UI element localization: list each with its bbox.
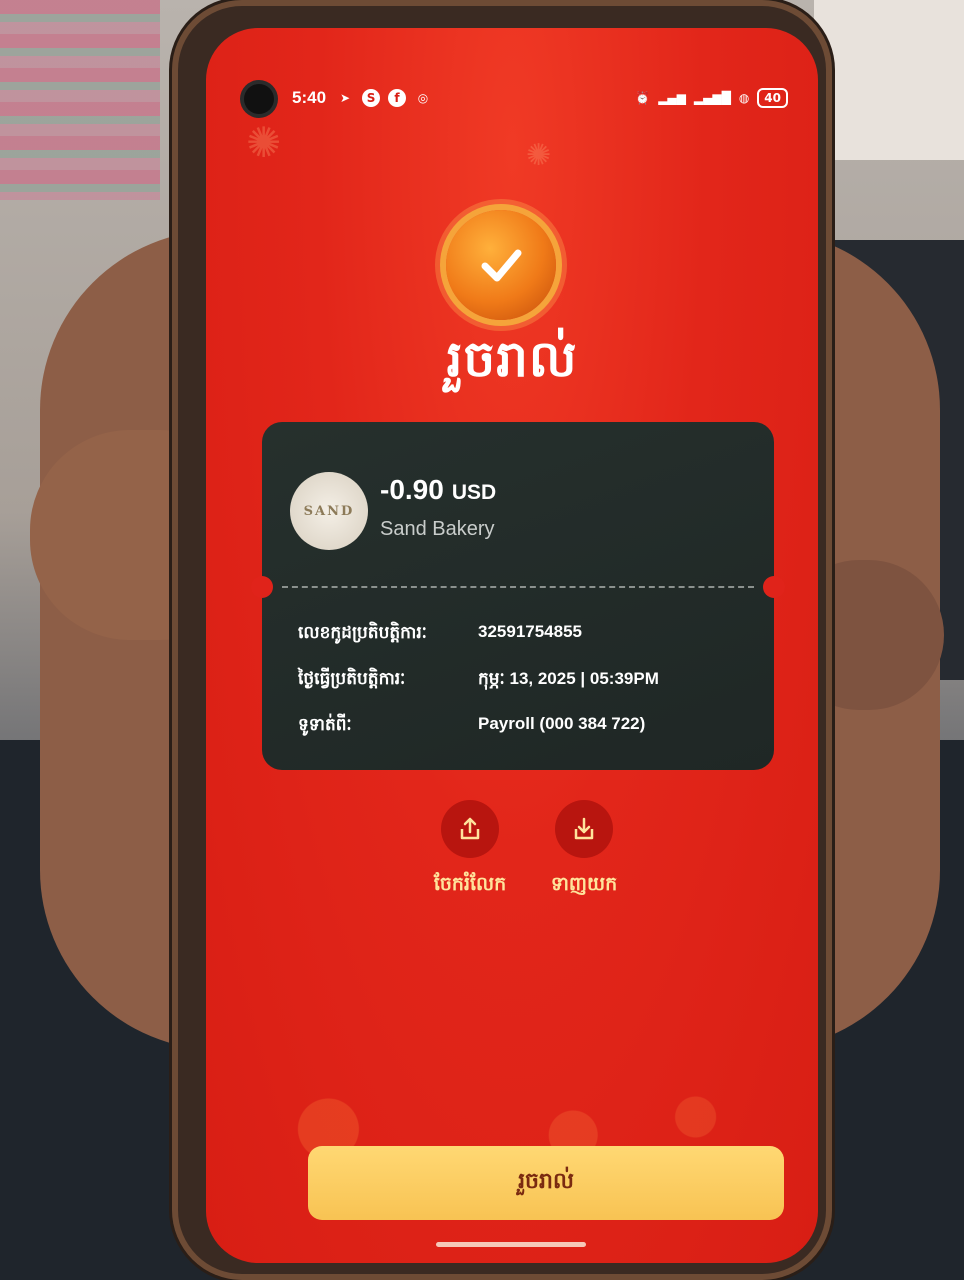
- checkmark-icon: [481, 249, 522, 282]
- transaction-amount: -0.90 USD: [380, 474, 496, 506]
- wifi-icon: ▂▄▆█: [693, 91, 731, 105]
- instagram-icon: ◎: [417, 91, 429, 105]
- receipt-card: SAND -0.90 USD Sand Bakery លេខកូដប្រតិបត្…: [251, 422, 785, 770]
- facebook-icon: f: [388, 89, 407, 107]
- alarm-icon: ⏰: [635, 91, 651, 105]
- download-label: ទាញយក: [550, 873, 618, 895]
- amount-currency: USD: [451, 481, 497, 504]
- detail-value: 32591754855: [478, 622, 583, 641]
- download-icon[interactable]: [555, 800, 613, 858]
- detail-label: លេខកូដប្រតិបត្តិការៈ: [298, 623, 427, 643]
- detail-row-paid-from: ទូទាត់ពីៈ Payroll (000 384 722): [298, 714, 754, 739]
- background-wall: [814, 0, 964, 160]
- phone-screen: 5:40 ➤ S f ◎ ⏰ ▂▄▆ ▂▄▆█ ◍ 40 ✺ ✺ រួចរាល់…: [206, 28, 818, 1263]
- receipt-notch: [251, 576, 273, 598]
- dashed-divider: [282, 586, 754, 588]
- background-shelf: [0, 0, 160, 200]
- share-button[interactable]: ចែករំលែក: [410, 800, 530, 900]
- front-camera: [244, 84, 274, 114]
- success-check-badge: [446, 210, 556, 320]
- status-time: 5:40: [292, 88, 327, 107]
- status-right: ⏰ ▂▄▆ ▂▄▆█ ◍ 40: [635, 88, 788, 108]
- firework-decoration: ✺: [526, 138, 552, 173]
- done-button[interactable]: រួចរាល់: [308, 1146, 784, 1220]
- amount-value: -0.90: [380, 474, 444, 505]
- detail-value: Payroll (000 384 722): [478, 714, 646, 733]
- detail-label: ថ្ងៃធ្វើប្រតិបត្តិការៈ: [298, 669, 406, 689]
- detail-row-transaction-date: ថ្ងៃធ្វើប្រតិបត្តិការៈ កុម្ភៈ 13, 2025 |…: [298, 668, 754, 693]
- receipt-notch: [763, 576, 785, 598]
- battery-indicator: 40: [757, 88, 788, 108]
- detail-label: ទូទាត់ពីៈ: [298, 715, 352, 735]
- vpn-icon: ◍: [738, 91, 750, 105]
- merchant-name: Sand Bakery: [380, 518, 495, 540]
- share-label: ចែករំលែក: [433, 873, 507, 895]
- detail-row-transaction-id: លេខកូដប្រតិបត្តិការៈ 32591754855: [298, 622, 754, 647]
- home-indicator[interactable]: [436, 1242, 586, 1247]
- success-title: រួចរាល់: [446, 330, 578, 388]
- coin-decoration: [206, 1033, 818, 1153]
- download-button[interactable]: ទាញយក: [524, 800, 644, 900]
- signal-icon: ▂▄▆: [658, 91, 686, 105]
- status-bar: 5:40 ➤ S f ◎ ⏰ ▂▄▆ ▂▄▆█ ◍ 40: [292, 84, 788, 112]
- app-notification-icon: S: [362, 89, 381, 107]
- merchant-logo: SAND: [290, 472, 368, 550]
- share-icon[interactable]: [441, 800, 499, 858]
- telegram-icon: ➤: [340, 91, 351, 105]
- firework-decoration: ✺: [246, 118, 282, 167]
- detail-value: កុម្ភៈ 13, 2025 | 05:39PM: [478, 669, 659, 688]
